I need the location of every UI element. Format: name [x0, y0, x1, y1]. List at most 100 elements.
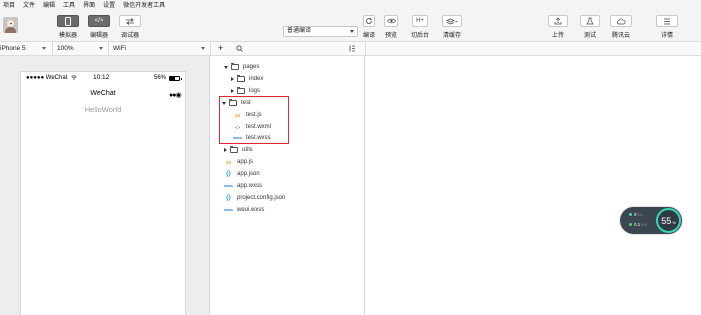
- carrier-text: ●●●●● WeChat: [26, 75, 68, 81]
- menu-item-devtools[interactable]: 微信开发者工具: [123, 0, 165, 9]
- tree-file-project-config[interactable]: {} project.config.json: [224, 193, 285, 203]
- tree-folder-logs[interactable]: logs: [231, 86, 260, 96]
- menu-bar: 项目 文件 编辑 工具 界面 设置 微信开发者工具: [0, 0, 701, 9]
- upload-dot-icon: [629, 213, 632, 217]
- tree-file-weui-wxss[interactable]: wxss weui.wxss: [224, 205, 264, 215]
- hello-text: HelloWorld: [84, 105, 122, 114]
- upload-button[interactable]: 上传: [548, 15, 568, 39]
- menu-item-view[interactable]: 界面: [83, 0, 95, 9]
- debugger-label: 调试器: [120, 33, 139, 39]
- js-file-icon: JS: [225, 159, 232, 165]
- simulator-toggle-button[interactable]: 模拟器: [57, 15, 79, 39]
- tree-folder-index[interactable]: index: [231, 74, 263, 84]
- switch-backend-button[interactable]: H+ 切后台: [411, 15, 429, 39]
- tree-label: index: [249, 76, 264, 82]
- cpu-usage-value: 55: [661, 215, 672, 226]
- search-icon[interactable]: [236, 42, 246, 55]
- editor-toggle-button[interactable]: </> 编辑器: [88, 15, 110, 39]
- backend-icon: H+: [412, 15, 428, 27]
- json-file-icon: {}: [226, 195, 231, 201]
- folder-icon: [237, 87, 245, 94]
- menu-item-file[interactable]: 文件: [23, 0, 35, 9]
- phone-status-bar: ●●●●● WeChat 10:12 56%: [21, 72, 185, 84]
- cloud-label: 腾讯云: [611, 33, 630, 39]
- network-select[interactable]: WiFi: [113, 42, 209, 55]
- compile-button[interactable]: 编译: [363, 15, 375, 39]
- tree-label: app.json: [237, 171, 260, 177]
- menu-item-edit[interactable]: 编辑: [43, 0, 55, 9]
- editor-label: 编辑器: [89, 33, 108, 39]
- menu-item-tools[interactable]: 工具: [63, 0, 75, 9]
- zoom-value: 100%: [57, 45, 74, 52]
- tree-label: app.wxss: [237, 183, 263, 189]
- folder-icon: [230, 146, 238, 153]
- tree-file-app-wxss[interactable]: wxss app.wxss: [224, 181, 262, 191]
- performance-widget[interactable]: 0K/s 0.1K/s 55%: [620, 207, 682, 234]
- editor-area[interactable]: [366, 56, 701, 315]
- tree-file-app-js[interactable]: JS app.js: [224, 157, 253, 167]
- divider: [365, 42, 366, 55]
- tree-label: pages: [243, 64, 260, 70]
- preview-button[interactable]: 预览: [384, 15, 398, 39]
- menu-lines-icon: [656, 15, 678, 27]
- backend-label: 切后台: [411, 33, 430, 39]
- debugger-toggle-button[interactable]: 调试器: [119, 15, 141, 39]
- chevron-right-icon: [231, 77, 234, 81]
- chevron-down-icon: [42, 47, 46, 50]
- chevron-down-icon: [99, 47, 103, 50]
- details-label: 详情: [660, 33, 673, 39]
- menu-item-settings[interactable]: 设置: [103, 0, 115, 9]
- capsule-menu-icon[interactable]: ●●◉: [169, 91, 182, 99]
- cloud-button[interactable]: 腾讯云: [610, 15, 632, 39]
- json-file-icon: {}: [226, 171, 231, 177]
- code-icon: </>: [88, 15, 110, 27]
- device-value: iPhone 5: [0, 45, 26, 52]
- tree-folder-pages[interactable]: pages: [224, 62, 259, 72]
- chevron-right-icon: [224, 148, 227, 152]
- avatar[interactable]: [3, 17, 18, 33]
- chevron-right-icon: [231, 89, 234, 93]
- flask-icon: [580, 15, 600, 27]
- battery-icon: [169, 76, 182, 81]
- chevron-down-icon: [350, 30, 354, 33]
- tree-folder-utils[interactable]: utils: [224, 145, 253, 155]
- compile-mode-select[interactable]: 普通编译: [283, 26, 358, 37]
- device-select[interactable]: iPhone 5: [0, 42, 52, 55]
- divider: [108, 42, 109, 55]
- tree-label: weui.wxss: [237, 207, 265, 213]
- divider: [52, 42, 53, 55]
- toolbar: 模拟器 </> 编辑器 调试器 普通编译 编译 预览 H+ 切后台 清缓存 上传…: [0, 9, 701, 42]
- folder-icon: [237, 75, 245, 82]
- annotation-highlight-box: [219, 96, 289, 144]
- details-button[interactable]: 详情: [656, 15, 678, 39]
- preview-label: 预览: [384, 33, 397, 39]
- compile-label: 编译: [363, 33, 376, 39]
- upload-speed: 0K/s: [629, 212, 643, 217]
- download-speed-value: 0.1: [634, 222, 641, 227]
- cpu-usage-unit: %: [672, 219, 676, 225]
- menu-item-project[interactable]: 项目: [3, 0, 15, 9]
- wifi-icon: [71, 75, 77, 82]
- chevron-down-icon: [201, 47, 205, 50]
- tree-label: project.config.json: [237, 195, 286, 201]
- upload-speed-unit: K/s: [637, 213, 643, 217]
- wxss-file-icon: wxss: [224, 208, 233, 212]
- split-view-icon[interactable]: [349, 42, 359, 55]
- device-bar: iPhone 5 100% WiFi +: [0, 42, 701, 56]
- zoom-select[interactable]: 100%: [57, 42, 107, 55]
- clear-cache-button[interactable]: 清缓存: [442, 15, 462, 39]
- swap-icon: [119, 15, 141, 27]
- clock-text: 10:12: [93, 74, 110, 81]
- test-label: 测试: [583, 33, 596, 39]
- download-speed-unit: K/s: [641, 223, 647, 227]
- upload-icon: [548, 15, 568, 27]
- test-button[interactable]: 测试: [580, 15, 600, 39]
- clear-cache-label: 清缓存: [442, 33, 461, 39]
- phone-screen[interactable]: ●●●●● WeChat 10:12 56% WeChat ●●◉ HelloW…: [20, 71, 186, 315]
- simulator-panel: ●●●●● WeChat 10:12 56% WeChat ●●◉ HelloW…: [0, 56, 210, 315]
- add-file-button[interactable]: +: [218, 42, 226, 55]
- tree-file-app-json[interactable]: {} app.json: [224, 169, 260, 179]
- tree-label: app.js: [237, 159, 254, 165]
- download-speed: 0.1K/s: [629, 222, 646, 227]
- cpu-usage-ring: 55%: [656, 208, 681, 233]
